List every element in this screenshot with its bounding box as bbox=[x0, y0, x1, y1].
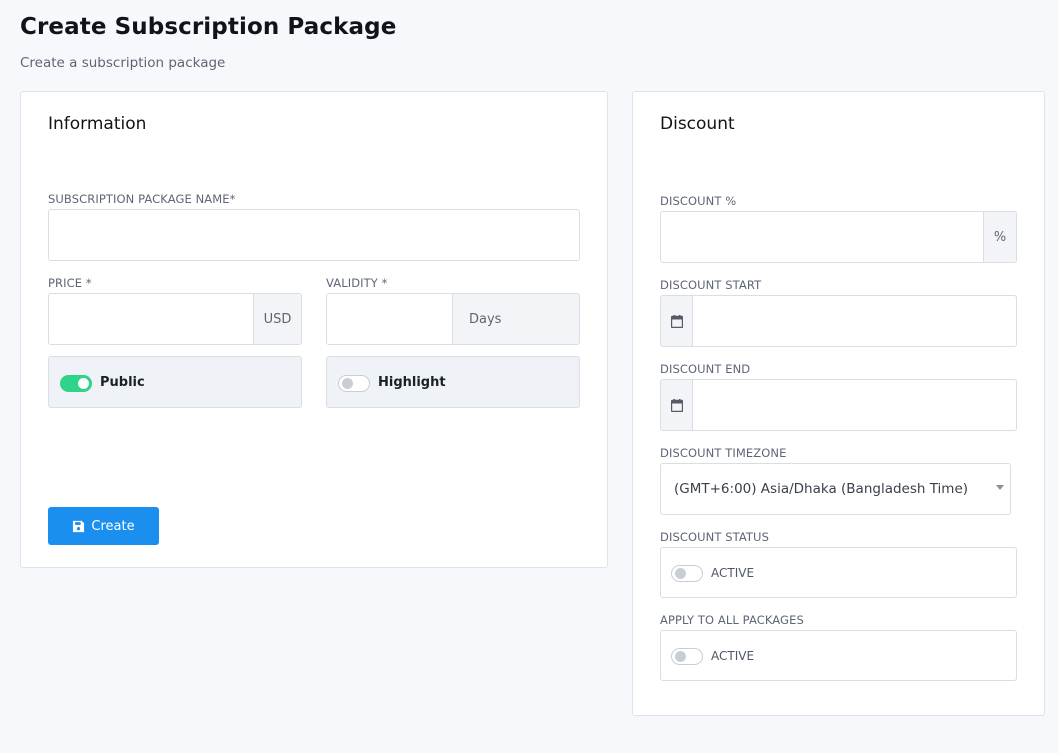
validity-label: VALIDITY * bbox=[326, 276, 388, 290]
validity-days-addon: Days bbox=[452, 294, 579, 344]
apply-all-label: APPLY TO ALL PACKAGES bbox=[660, 613, 804, 627]
discount-percent-input[interactable] bbox=[661, 212, 985, 262]
highlight-toggle-box: Highlight bbox=[326, 356, 580, 408]
discount-card: Discount DISCOUNT % % DISCOUNT START DIS… bbox=[632, 91, 1045, 716]
discount-timezone-label: DISCOUNT TIMEZONE bbox=[660, 446, 787, 460]
discount-status-box: ACTIVE bbox=[660, 547, 1017, 598]
discount-end-label: DISCOUNT END bbox=[660, 362, 751, 376]
percent-addon: % bbox=[983, 212, 1016, 262]
page-title: Create Subscription Package bbox=[20, 14, 397, 40]
information-title: Information bbox=[48, 114, 147, 134]
discount-status-toggle[interactable] bbox=[671, 565, 703, 582]
discount-status-label: DISCOUNT STATUS bbox=[660, 530, 769, 544]
information-card: Information SUBSCRIPTION PACKAGE NAME* P… bbox=[20, 91, 608, 568]
calendar-icon bbox=[670, 314, 683, 328]
create-button-label: Create bbox=[91, 518, 135, 534]
discount-status-text: ACTIVE bbox=[711, 566, 755, 580]
apply-all-text: ACTIVE bbox=[711, 649, 755, 663]
discount-start-calendar[interactable] bbox=[661, 296, 693, 346]
discount-percent-label: DISCOUNT % bbox=[660, 194, 737, 208]
discount-start-input[interactable] bbox=[693, 296, 1016, 346]
validity-input[interactable] bbox=[327, 294, 453, 344]
discount-start-label: DISCOUNT START bbox=[660, 278, 762, 292]
discount-start-field bbox=[660, 295, 1017, 347]
price-label: PRICE * bbox=[48, 276, 92, 290]
highlight-label: Highlight bbox=[378, 375, 446, 390]
price-currency-addon: USD bbox=[253, 294, 301, 344]
discount-percent-field: % bbox=[660, 211, 1017, 263]
package-name-input[interactable] bbox=[49, 210, 579, 260]
public-toggle[interactable] bbox=[60, 375, 92, 392]
public-label: Public bbox=[100, 375, 145, 390]
public-toggle-box: Public bbox=[48, 356, 302, 408]
timezone-selected-value: (GMT+6:00) Asia/Dhaka (Bangladesh Time) bbox=[674, 481, 969, 497]
discount-end-calendar[interactable] bbox=[661, 380, 693, 430]
price-input[interactable] bbox=[49, 294, 254, 344]
highlight-toggle[interactable] bbox=[338, 375, 370, 392]
calendar-icon bbox=[670, 398, 683, 412]
price-field: USD bbox=[48, 293, 302, 345]
discount-end-input[interactable] bbox=[693, 380, 1016, 430]
page-subtitle: Create a subscription package bbox=[20, 55, 226, 71]
package-name-label: SUBSCRIPTION PACKAGE NAME* bbox=[48, 192, 236, 206]
discount-title: Discount bbox=[660, 114, 735, 134]
chevron-down-icon bbox=[996, 485, 1004, 490]
discount-end-field bbox=[660, 379, 1017, 431]
save-icon bbox=[73, 520, 85, 532]
package-name-field bbox=[48, 209, 580, 261]
create-button[interactable]: Create bbox=[48, 507, 159, 545]
discount-timezone-select[interactable]: (GMT+6:00) Asia/Dhaka (Bangladesh Time) bbox=[660, 463, 1011, 515]
validity-field: Days bbox=[326, 293, 580, 345]
apply-all-box: ACTIVE bbox=[660, 630, 1017, 681]
apply-all-toggle[interactable] bbox=[671, 648, 703, 665]
